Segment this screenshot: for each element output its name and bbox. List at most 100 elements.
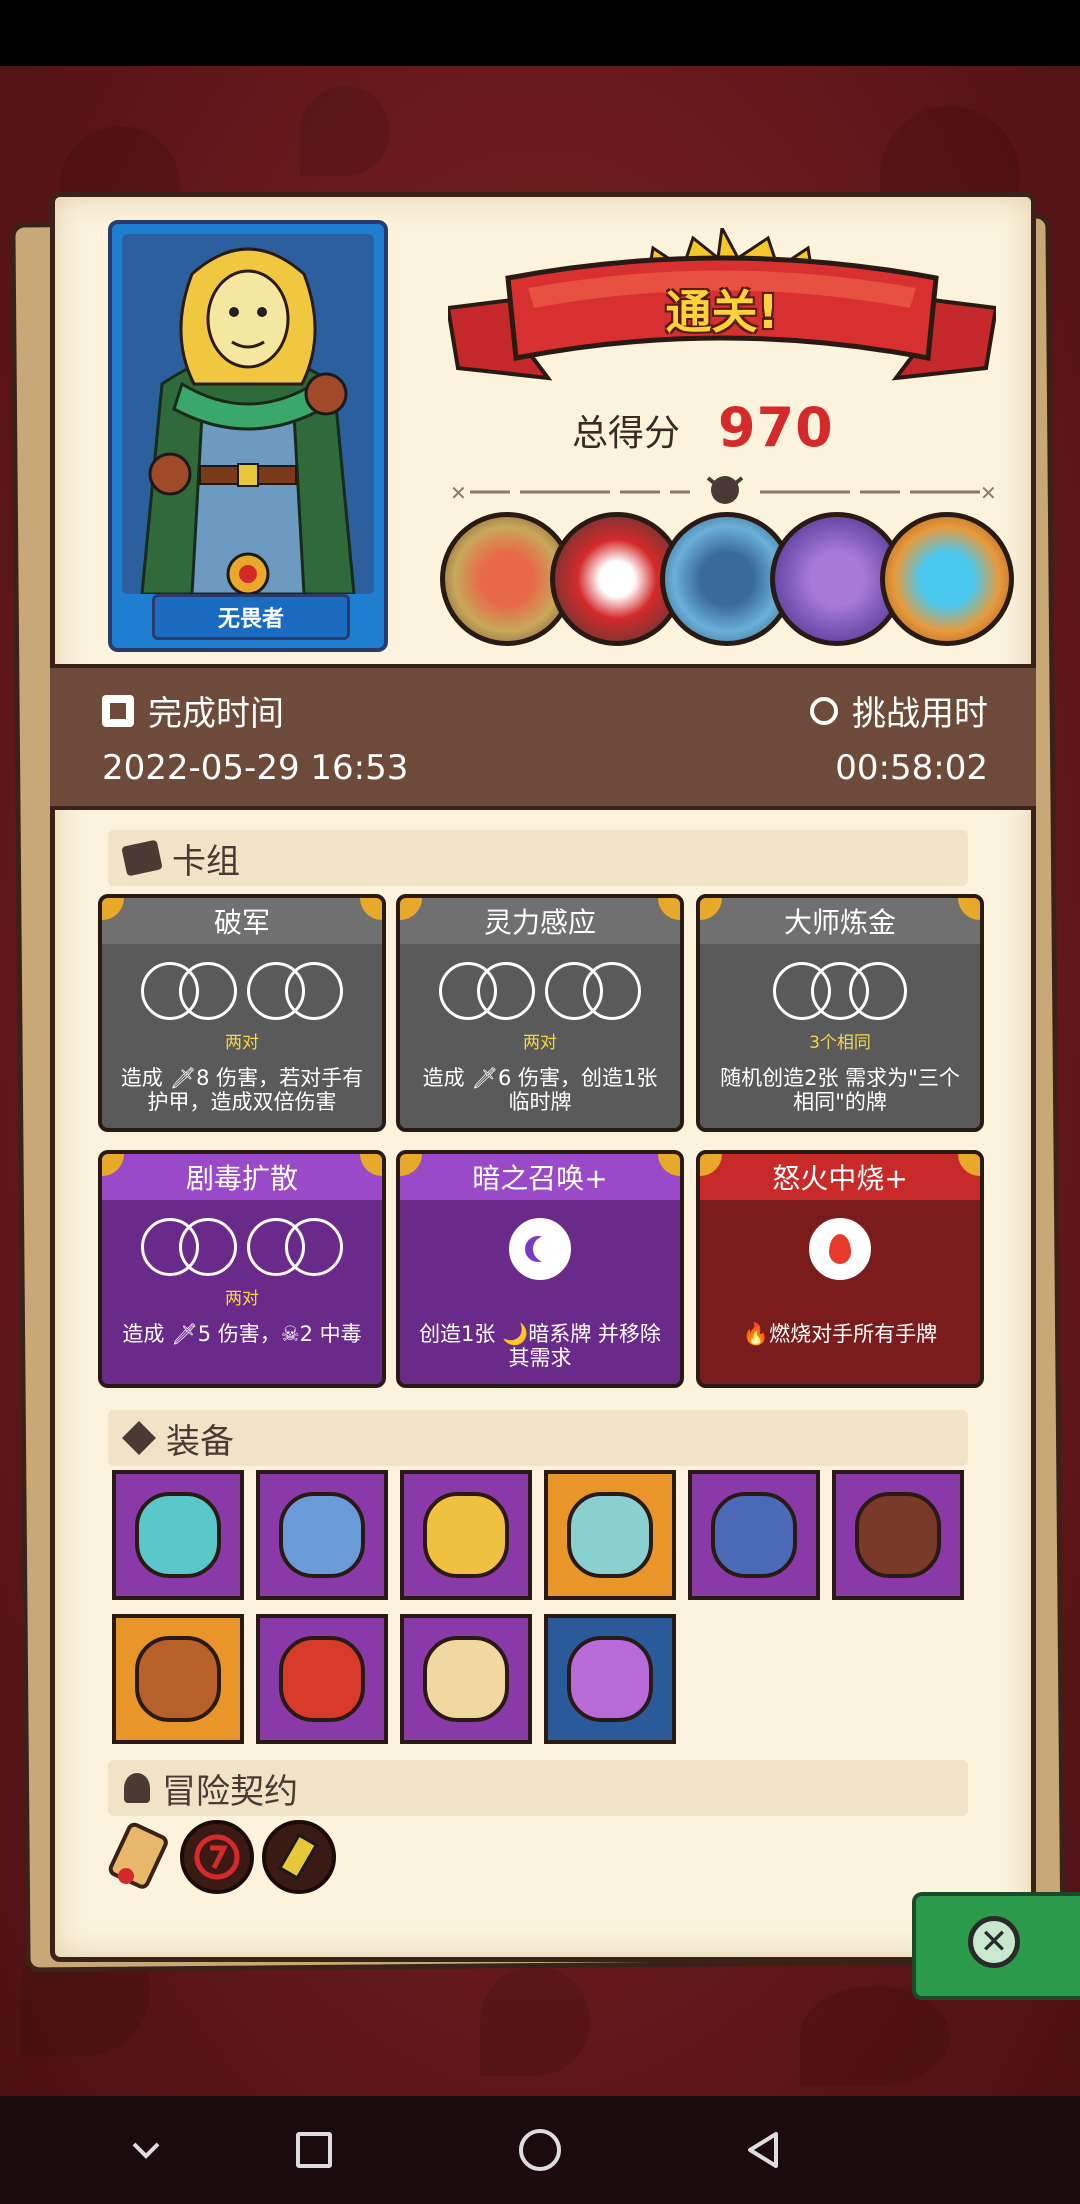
close-icon: ✕ <box>968 1916 1020 1968</box>
card-body: 两对 造成 🗡6 伤害，创造1张临时牌 <box>400 944 680 1128</box>
card-body: 创造1张 🌙暗系牌 并移除其需求 <box>400 1200 680 1384</box>
challenge-time-value: 00:58:02 <box>835 748 988 788</box>
card-body: 3个相同随机创造2张 需求为"三个相同"的牌 <box>700 944 980 1128</box>
time-bar: 完成时间 挑战用时 2022-05-29 16:53 00:58:02 <box>50 664 1036 810</box>
card-requirement <box>400 962 680 1022</box>
boss-portraits <box>440 512 1014 646</box>
deck-card[interactable]: 大师炼金 3个相同 随机创造2张 需求为"三个相同"的牌 <box>696 894 984 1132</box>
gold-bar-contract-icon[interactable] <box>262 1820 336 1894</box>
score-label: 总得分 <box>572 413 681 454</box>
equipment-art <box>135 1492 221 1578</box>
scroll-contract-icon[interactable] <box>104 1820 178 1894</box>
contracts-section-header: 冒险契约 <box>108 1760 968 1816</box>
equipment-heading: 装备 <box>166 1421 234 1462</box>
hero-portrait <box>122 234 374 594</box>
svg-text:✕: ✕ <box>980 481 997 505</box>
card-requirement-label: 3个相同 <box>809 1033 871 1053</box>
deck-card[interactable]: 暗之召唤+ 创造1张 🌙暗系牌 并移除其需求 <box>396 1150 684 1388</box>
calendar-icon <box>102 694 134 727</box>
score-value: 970 <box>718 396 834 459</box>
stopwatch-icon <box>810 696 838 725</box>
dice-slot <box>583 962 641 1020</box>
recents-button[interactable] <box>280 2116 348 2184</box>
person-icon <box>124 1773 150 1803</box>
card-title: 怒火中烧+ <box>700 1154 980 1200</box>
card-title: 灵力感应 <box>400 898 680 944</box>
deck-heading: 卡组 <box>172 841 240 882</box>
finish-time-value: 2022-05-29 16:53 <box>102 748 409 788</box>
contracts-heading: 冒险契约 <box>162 1771 298 1812</box>
card-requirement <box>700 1218 980 1280</box>
card-title: 暗之召唤+ <box>400 1154 680 1200</box>
dice-slot <box>285 962 343 1020</box>
card-requirement-label: 两对 <box>225 1289 259 1309</box>
equipment-art <box>567 1636 653 1722</box>
victory-banner: 通关! <box>445 223 999 398</box>
home-button[interactable] <box>506 2116 574 2184</box>
finish-time-label: 完成时间 <box>148 694 284 734</box>
flame-wood-icon[interactable] <box>112 1614 244 1744</box>
card-description: 造成 🗡5 伤害，☠2 中毒 <box>122 1322 362 1346</box>
chevron-down-icon[interactable] <box>112 2116 180 2184</box>
deck-card[interactable]: 破军两对造成 🗡8 伤害，若对手有护甲，造成双倍伤害 <box>98 894 386 1132</box>
boss-divider: ✕ ✕ <box>440 470 1010 510</box>
crystal-golem-boss-icon <box>880 512 1014 646</box>
system-nav-bar <box>0 2096 1080 2204</box>
vase-icon[interactable] <box>544 1470 676 1600</box>
card-title: 剧毒扩散 <box>102 1154 382 1200</box>
equipment-art <box>135 1636 221 1722</box>
potion-jug-icon[interactable] <box>544 1614 676 1744</box>
sun-face-icon[interactable] <box>400 1614 532 1744</box>
dice-slot <box>285 1218 343 1276</box>
card-requirement <box>102 1218 382 1278</box>
deck-card[interactable]: 怒火中烧+ 🔥燃烧对手所有手牌 <box>696 1150 984 1388</box>
equipment-art <box>423 1636 509 1722</box>
card-requirement <box>700 962 980 1022</box>
dice-slot <box>477 962 535 1020</box>
card-description: 随机创造2张 需求为"三个相同"的牌 <box>720 1066 960 1114</box>
red-sigil-contract-icon[interactable] <box>180 1820 254 1894</box>
dice-slot <box>849 962 907 1020</box>
close-button[interactable]: ✕ <box>912 1892 1080 2000</box>
equipment-art <box>279 1492 365 1578</box>
card-requirement <box>400 1218 680 1280</box>
equipment-art <box>567 1492 653 1578</box>
card-requirement-label: 两对 <box>225 1033 259 1053</box>
card-body: 🔥燃烧对手所有手牌 <box>700 1200 980 1384</box>
status-bar <box>0 0 1080 66</box>
equipment-art <box>855 1492 941 1578</box>
card-description: 🔥燃烧对手所有手牌 <box>742 1322 938 1346</box>
banner-text: 通关! <box>665 285 779 339</box>
card-description: 创造1张 🌙暗系牌 并移除其需求 <box>419 1322 661 1370</box>
button-icon[interactable] <box>832 1470 964 1600</box>
fire-icon <box>809 1218 871 1280</box>
ring-icon[interactable] <box>256 1470 388 1600</box>
dice-slot <box>179 1218 237 1276</box>
challenge-time-label: 挑战用时 <box>852 694 988 734</box>
crown-helm-icon[interactable] <box>688 1470 820 1600</box>
card-description: 造成 🗡8 伤害，若对手有护甲，造成双倍伤害 <box>120 1066 364 1114</box>
equipment-section-header: 装备 <box>108 1410 968 1466</box>
glove-icon[interactable] <box>400 1470 532 1600</box>
hero-card[interactable]: 无畏者 <box>108 220 388 652</box>
card-requirement <box>102 962 382 1022</box>
dice-slot <box>179 962 237 1020</box>
card-description: 造成 🗡6 伤害，创造1张临时牌 <box>422 1066 658 1114</box>
equipment-art <box>423 1492 509 1578</box>
card-body: 两对造成 🗡8 伤害，若对手有护甲，造成双倍伤害 <box>102 944 382 1128</box>
hero-name: 无畏者 <box>152 594 350 640</box>
card-title: 破军 <box>102 898 382 944</box>
card-body: 两对造成 🗡5 伤害，☠2 中毒 <box>102 1200 382 1384</box>
box-icon <box>122 1421 156 1455</box>
deck-card[interactable]: 灵力感应 两对 造成 🗡6 伤害，创造1张临时牌 <box>396 894 684 1132</box>
red-bracer-icon[interactable] <box>256 1614 388 1744</box>
back-button[interactable] <box>730 2116 798 2184</box>
equipment-art <box>711 1492 797 1578</box>
svg-text:✕: ✕ <box>450 481 467 505</box>
cards-icon <box>121 839 163 877</box>
equipment-art <box>279 1636 365 1722</box>
demon-mask-icon[interactable] <box>112 1470 244 1600</box>
deck-card[interactable]: 剧毒扩散两对造成 🗡5 伤害，☠2 中毒 <box>98 1150 386 1388</box>
deck-section-header: 卡组 <box>108 830 968 886</box>
moon-icon <box>509 1218 571 1280</box>
